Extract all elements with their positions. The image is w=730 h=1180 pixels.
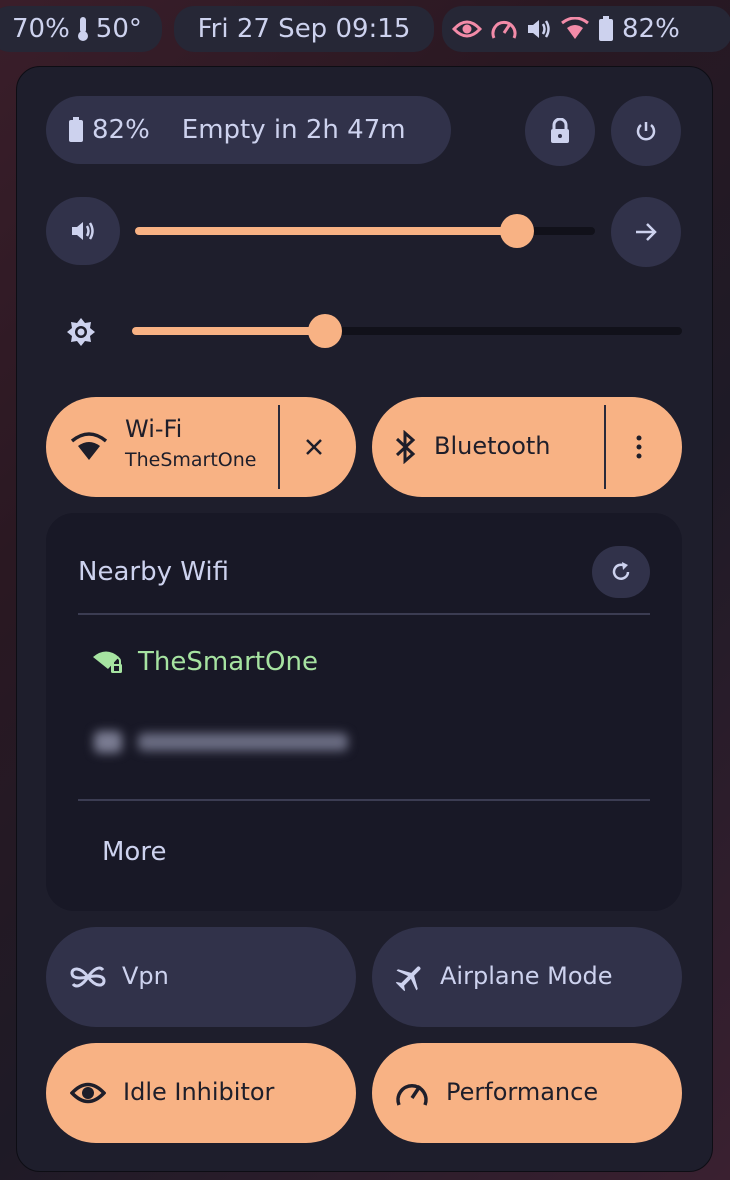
battery-icon: [598, 16, 614, 42]
wifi-toggle-label: Wi-Fi: [125, 415, 183, 443]
volume-icon: [70, 219, 96, 243]
power-icon: [634, 119, 658, 143]
speedometer-icon: [394, 1077, 430, 1109]
temperature: 50°: [95, 14, 142, 44]
divider: [78, 799, 650, 801]
lock-button[interactable]: [525, 96, 595, 166]
battery-icon: [68, 117, 84, 143]
airplane-icon: [394, 961, 426, 993]
volume-mute-button[interactable]: [46, 197, 120, 265]
clock-pill[interactable]: Fri 27 Sep 09:15: [174, 6, 434, 52]
close-icon[interactable]: [304, 437, 324, 457]
vpn-toggle-label: Vpn: [122, 962, 169, 990]
vpn-icon: [68, 962, 108, 992]
wifi-icon: [560, 17, 590, 41]
divider: [604, 405, 606, 489]
wifi-network-name: TheSmartOne: [125, 449, 257, 471]
more-networks-button[interactable]: More: [102, 837, 166, 867]
divider: [78, 613, 650, 615]
vpn-toggle[interactable]: Vpn: [46, 927, 356, 1027]
battery-status-pill[interactable]: 82% Empty in 2h 47m: [46, 96, 451, 164]
eye-icon: [70, 1080, 106, 1106]
refresh-button[interactable]: [592, 546, 650, 598]
audio-output-button[interactable]: [611, 197, 681, 267]
performance-toggle[interactable]: Performance: [372, 1043, 682, 1143]
volume-icon: [526, 17, 552, 41]
bluetooth-toggle[interactable]: Bluetooth: [372, 397, 682, 497]
battery-percent: 82%: [622, 14, 680, 44]
wifi-network-name: TheSmartOne: [138, 647, 318, 677]
idle-inhibitor-toggle[interactable]: Idle Inhibitor: [46, 1043, 356, 1143]
volume-slider-fill: [135, 227, 517, 235]
airplane-mode-toggle[interactable]: Airplane Mode: [372, 927, 682, 1027]
arrow-right-icon: [634, 221, 658, 243]
wifi-toggle[interactable]: Wi-Fi TheSmartOne: [46, 397, 356, 497]
performance-label: Performance: [446, 1078, 599, 1106]
bluetooth-icon: [394, 430, 418, 464]
divider: [278, 405, 280, 489]
lock-icon: [549, 118, 571, 144]
power-button[interactable]: [611, 96, 681, 166]
brightness-slider-fill: [132, 327, 325, 335]
speedometer-icon: [490, 16, 518, 42]
clock: Fri 27 Sep 09:15: [197, 14, 411, 44]
wifi-icon: [70, 432, 108, 462]
volume-slider-handle[interactable]: [499, 214, 534, 248]
volume-slider[interactable]: [135, 214, 595, 248]
wifi-lock-icon: [92, 649, 124, 675]
more-vertical-icon[interactable]: [636, 435, 642, 459]
thermometer-icon: [76, 16, 90, 42]
idle-inhibitor-label: Idle Inhibitor: [123, 1078, 275, 1106]
nearby-wifi-title: Nearby Wifi: [78, 557, 229, 587]
bluetooth-toggle-label: Bluetooth: [434, 432, 551, 460]
system-stats-pill[interactable]: 70% 50°: [0, 6, 162, 52]
status-icons-pill[interactable]: 82%: [442, 6, 730, 52]
brightness-icon: [66, 317, 96, 347]
cpu-usage: 70%: [12, 14, 70, 44]
battery-estimate: Empty in 2h 47m: [181, 115, 406, 145]
brightness-slider[interactable]: [132, 314, 682, 348]
wifi-network-item-blurred[interactable]: [90, 725, 352, 759]
wifi-network-item[interactable]: TheSmartOne: [92, 647, 318, 677]
nearby-wifi-panel: Nearby Wifi TheSmartOne More: [46, 513, 682, 911]
eye-icon: [452, 18, 482, 40]
brightness-slider-handle[interactable]: [307, 314, 342, 348]
refresh-icon: [610, 561, 632, 583]
battery-percent: 82%: [92, 115, 150, 145]
airplane-mode-label: Airplane Mode: [440, 962, 613, 990]
